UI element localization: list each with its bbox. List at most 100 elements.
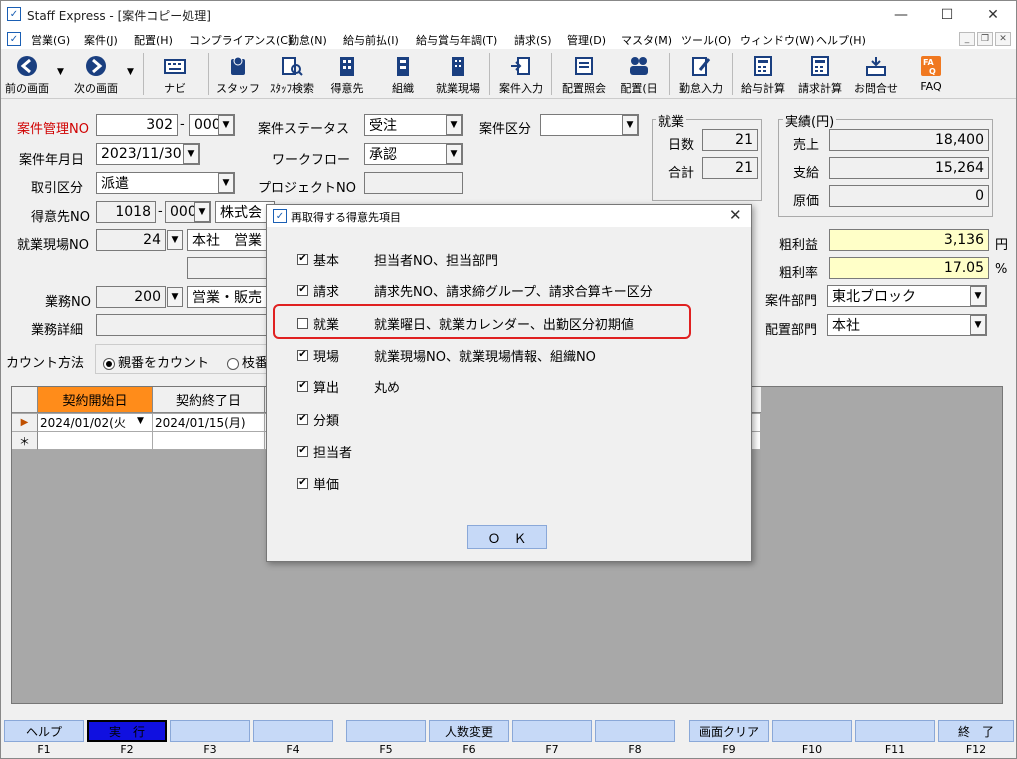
site-extra-field[interactable]: [187, 257, 275, 279]
calendar-dropdown-icon[interactable]: ▼: [183, 144, 199, 164]
grid-header-end[interactable]: 契約終了日: [153, 387, 265, 413]
navi-button[interactable]: ナビ: [155, 51, 195, 97]
item-class-checkbox[interactable]: ✔ 分類: [297, 410, 339, 429]
item-basic-checkbox[interactable]: ✔ 基本 担当者NO、担当部門: [297, 250, 498, 269]
ok-button[interactable]: Ｏ Ｋ: [467, 525, 547, 549]
fkey-f7-button[interactable]: [512, 720, 592, 742]
menu-admin[interactable]: 管理(D): [567, 32, 606, 48]
fkey-label: F4: [286, 743, 300, 756]
fkey-f4-button[interactable]: [253, 720, 333, 742]
fkey-f11-button[interactable]: [855, 720, 935, 742]
item-price-checkbox[interactable]: ✔ 単価: [297, 474, 339, 493]
chevron-down-icon[interactable]: ▼: [167, 287, 183, 307]
menu-window[interactable]: ウィンドウ(W): [740, 32, 814, 48]
next-dropdown-icon[interactable]: ▼: [127, 67, 134, 77]
next-screen-button[interactable]: 次の画面: [71, 51, 121, 97]
site-name-field[interactable]: 本社 営業: [187, 229, 275, 251]
mdi-restore-button[interactable]: ❐: [977, 32, 993, 46]
menu-advance[interactable]: 給与前払(I): [343, 32, 399, 48]
grid-header-start[interactable]: 契約開始日: [38, 387, 153, 413]
fkey-f10-button[interactable]: [772, 720, 852, 742]
chevron-down-icon[interactable]: ▼: [970, 315, 986, 335]
dialog-close-button[interactable]: ✕: [729, 206, 742, 224]
menu-attendance[interactable]: 勤怠(N): [288, 32, 327, 48]
staff-search-button[interactable]: ｽﾀｯﾌ検索: [265, 51, 319, 97]
menu-sales[interactable]: 営業(G): [31, 32, 70, 48]
table-cell[interactable]: [153, 432, 265, 450]
case-entry-icon: [510, 55, 532, 77]
fkey-f5-button[interactable]: [346, 720, 426, 742]
chevron-down-icon[interactable]: ▼: [218, 115, 234, 135]
case-no-field[interactable]: 302: [96, 114, 178, 136]
case-no-separator: -: [180, 117, 185, 132]
mdi-minimize-button[interactable]: _: [959, 32, 975, 46]
menu-assign[interactable]: 配置(H): [134, 32, 173, 48]
item-calc-desc: 丸め: [374, 380, 401, 396]
job-name-field[interactable]: 営業・販売: [187, 286, 275, 308]
deal-select[interactable]: 派遣: [96, 172, 235, 194]
job-no-field[interactable]: 200: [96, 286, 166, 308]
menu-help[interactable]: ヘルプ(H): [816, 32, 866, 48]
maximize-button[interactable]: ☐: [924, 1, 970, 29]
site-no-field[interactable]: 24: [96, 229, 166, 251]
client-button[interactable]: 得意先: [325, 51, 369, 97]
count-opt2-radio[interactable]: 枝番: [227, 352, 268, 371]
chevron-down-icon[interactable]: ▼: [446, 144, 462, 164]
chevron-down-icon[interactable]: ▼: [137, 416, 144, 426]
fkey-f8-button[interactable]: [595, 720, 675, 742]
billing-calc-button[interactable]: 請求計算: [793, 51, 847, 97]
org-button[interactable]: 組織: [381, 51, 425, 97]
item-staff-checkbox[interactable]: ✔ 担当者: [297, 442, 352, 461]
fkey-f12-exit-button[interactable]: 終 了: [938, 720, 1014, 742]
inquiry-button[interactable]: お問合せ: [851, 51, 901, 97]
menu-tools[interactable]: ツール(O): [681, 32, 731, 48]
detail-field[interactable]: [96, 314, 275, 336]
menu-compliance[interactable]: コンプライアンス(C): [189, 32, 292, 48]
assign-daily-button[interactable]: 配置(日: [615, 51, 663, 97]
cost-field: 0: [829, 185, 989, 207]
chevron-down-icon[interactable]: ▼: [622, 115, 638, 135]
project-field[interactable]: [364, 172, 463, 194]
mdi-close-button[interactable]: ✕: [995, 32, 1011, 46]
refetch-client-items-dialog: ✓ 再取得する得意先項目 ✕ ✔ 基本 担当者NO、担当部門 ✔ 請求 請求先NO、…: [266, 204, 752, 562]
worksite-button[interactable]: 就業現場: [431, 51, 485, 97]
staff-button[interactable]: スタッフ: [216, 51, 260, 97]
menu-payroll[interactable]: 給与賞与年調(T): [416, 32, 497, 48]
dept-select[interactable]: 東北ブロック: [827, 285, 987, 307]
chevron-down-icon[interactable]: ▼: [167, 230, 183, 250]
prev-screen-button[interactable]: 前の画面: [3, 51, 51, 97]
assign-inquiry-button[interactable]: 配置照会: [557, 51, 611, 97]
minimize-button[interactable]: —: [878, 1, 924, 29]
fkey-f1-help-button[interactable]: ヘルプ: [4, 720, 84, 742]
client-no-field[interactable]: 1018: [96, 201, 156, 223]
table-row[interactable]: 2024/01/02(火: [38, 414, 153, 432]
case-entry-button[interactable]: 案件入力: [495, 51, 547, 97]
attendance-entry-button[interactable]: 勤怠入力: [675, 51, 727, 97]
payroll-calc-button[interactable]: 給与計算: [737, 51, 789, 97]
count-opt1-radio[interactable]: 親番をカウント: [103, 352, 209, 371]
fkey-f6-headcount-button[interactable]: 人数変更: [429, 720, 509, 742]
assign-dept-select[interactable]: 本社: [827, 314, 987, 336]
prev-dropdown-icon[interactable]: ▼: [57, 67, 64, 77]
results-group-title: 実績(円): [783, 111, 837, 130]
table-cell[interactable]: 2024/01/15(月): [153, 414, 265, 432]
worksite-icon: [447, 55, 469, 77]
chevron-down-icon[interactable]: ▼: [446, 115, 462, 135]
menu-master[interactable]: マスタ(M): [621, 32, 672, 48]
rate-label: 粗利率: [779, 266, 819, 281]
fkey-f2-execute-button[interactable]: 実 行: [87, 720, 167, 742]
fkey-f9-clear-button[interactable]: 画面クリア: [689, 720, 769, 742]
table-row[interactable]: [38, 432, 153, 450]
sales-label: 売上: [793, 138, 820, 153]
item-calc-checkbox[interactable]: ✔ 算出 丸め: [297, 377, 400, 396]
menu-billing[interactable]: 請求(S): [514, 32, 552, 48]
close-button[interactable]: ✕: [970, 1, 1016, 29]
item-billing-checkbox[interactable]: ✔ 請求 請求先NO、請求締グループ、請求合算キー区分: [297, 281, 653, 300]
chevron-down-icon[interactable]: ▼: [218, 173, 234, 193]
fkey-f3-button[interactable]: [170, 720, 250, 742]
item-site-checkbox[interactable]: ✔ 現場 就業現場NO、就業現場情報、組織NO: [297, 346, 596, 365]
faq-button[interactable]: FA Q FAQ: [911, 51, 951, 97]
chevron-down-icon[interactable]: ▼: [970, 286, 986, 306]
menu-case[interactable]: 案件(J): [84, 32, 118, 48]
chevron-down-icon[interactable]: ▼: [194, 202, 210, 222]
